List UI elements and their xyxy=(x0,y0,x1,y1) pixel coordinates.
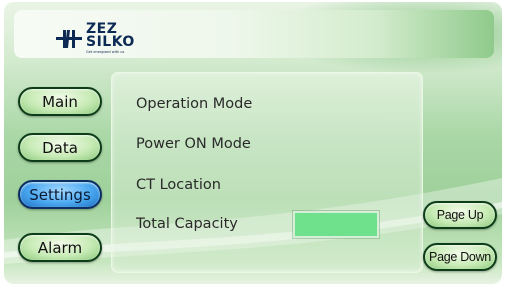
page-down-button[interactable]: Page Down xyxy=(423,243,497,271)
hmi-screen: ZEZ SILKO Get energized with us Main Dat… xyxy=(4,2,502,284)
nav-data-button[interactable]: Data xyxy=(18,133,102,162)
total-capacity-label: Total Capacity xyxy=(136,216,238,232)
operation-mode-label[interactable]: Operation Mode xyxy=(136,96,252,112)
total-capacity-input[interactable] xyxy=(293,211,379,238)
settings-panel: Operation Mode Power ON Mode CT Location… xyxy=(111,72,423,273)
page-up-button[interactable]: Page Up xyxy=(423,201,497,229)
nav-main-button[interactable]: Main xyxy=(18,87,102,116)
logo-text-silko: SILKO xyxy=(86,34,135,50)
power-on-mode-label[interactable]: Power ON Mode xyxy=(136,136,251,152)
nav-alarm-button[interactable]: Alarm xyxy=(18,233,102,262)
nav-settings-button[interactable]: Settings xyxy=(18,180,102,209)
header-bar: ZEZ SILKO Get energized with us xyxy=(14,10,494,58)
ct-location-label[interactable]: CT Location xyxy=(136,177,221,193)
logo-tagline: Get energized with us xyxy=(86,50,125,54)
zez-logo-icon xyxy=(56,30,82,48)
